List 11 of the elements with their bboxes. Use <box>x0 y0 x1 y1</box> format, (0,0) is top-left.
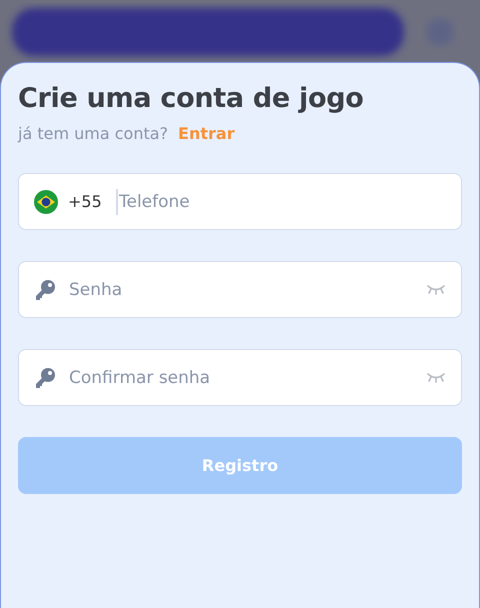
closed-eye-icon[interactable] <box>426 283 446 295</box>
login-prompt: já tem uma conta? <box>18 124 168 143</box>
key-icon <box>34 366 56 388</box>
country-code: +55 <box>68 192 102 211</box>
closed-eye-icon[interactable] <box>426 371 446 383</box>
page-title: Crie uma conta de jogo <box>18 83 364 114</box>
password-field[interactable]: Senha <box>18 261 462 318</box>
key-icon <box>34 278 56 300</box>
login-link[interactable]: Entrar <box>178 124 235 143</box>
password-field[interactable]: Confirmar senha <box>18 349 462 406</box>
flag-icon <box>34 190 58 214</box>
